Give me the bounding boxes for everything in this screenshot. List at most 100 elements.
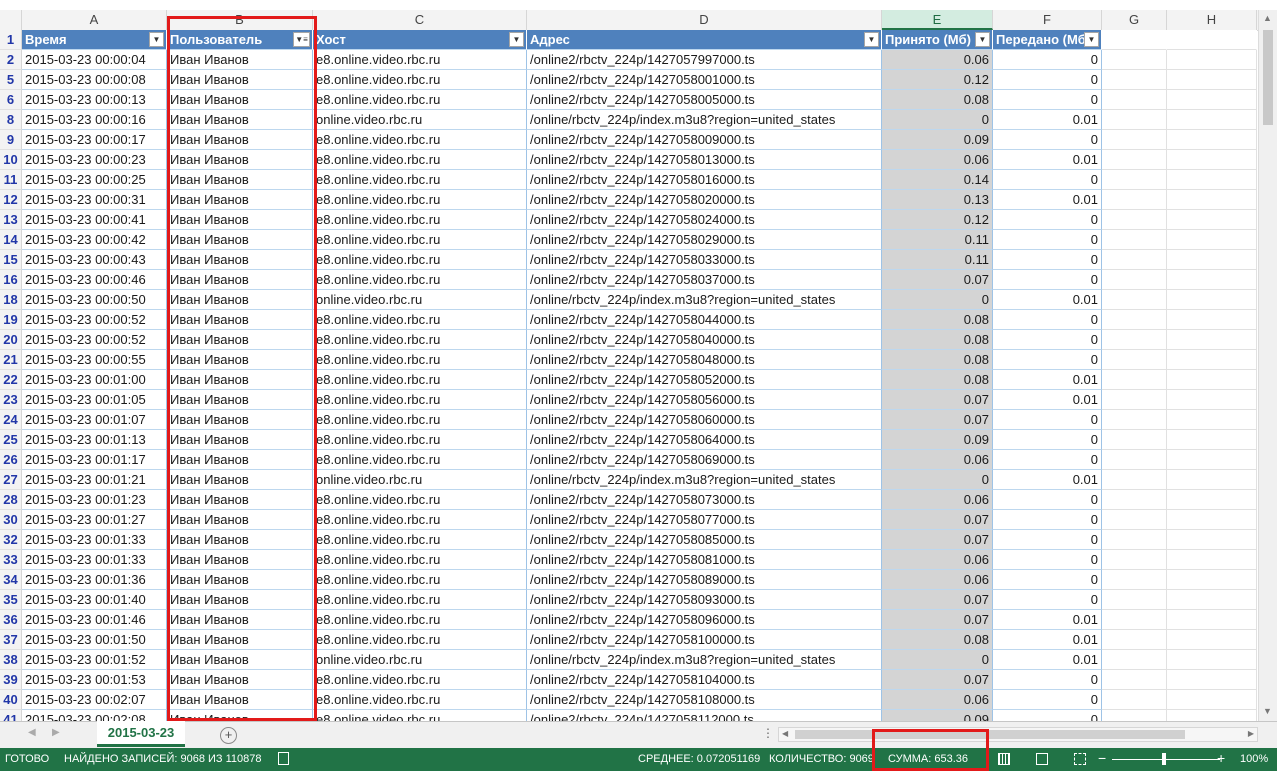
- cell[interactable]: 0.12: [882, 70, 993, 90]
- row-number[interactable]: 9: [0, 130, 22, 150]
- cell[interactable]: 0.11: [882, 230, 993, 250]
- cell[interactable]: [1167, 70, 1257, 90]
- cell[interactable]: online.video.rbc.ru: [313, 290, 527, 310]
- cell[interactable]: [1167, 590, 1257, 610]
- cell[interactable]: 0.07: [882, 590, 993, 610]
- cell[interactable]: 0.01: [993, 150, 1102, 170]
- cell[interactable]: 2015-03-23 00:00:52: [22, 330, 167, 350]
- cell[interactable]: [1102, 250, 1167, 270]
- cell[interactable]: Иван Иванов: [167, 230, 313, 250]
- cell[interactable]: [1102, 90, 1167, 110]
- cell[interactable]: e8.online.video.rbc.ru: [313, 490, 527, 510]
- cell[interactable]: /online/rbctv_224p/index.m3u8?region=uni…: [527, 290, 882, 310]
- cell[interactable]: 0: [993, 250, 1102, 270]
- header-cell[interactable]: Передано (Мб ▼: [993, 30, 1102, 50]
- add-sheet-button[interactable]: +: [220, 727, 237, 744]
- cell[interactable]: 2015-03-23 00:00:46: [22, 270, 167, 290]
- cell[interactable]: 0.01: [993, 190, 1102, 210]
- cell[interactable]: 0.14: [882, 170, 993, 190]
- row-number[interactable]: 21: [0, 350, 22, 370]
- cell[interactable]: /online2/rbctv_224p/1427058073000.ts: [527, 490, 882, 510]
- cell[interactable]: e8.online.video.rbc.ru: [313, 450, 527, 470]
- cell[interactable]: 0: [993, 310, 1102, 330]
- cell[interactable]: [1167, 170, 1257, 190]
- cell[interactable]: [1167, 330, 1257, 350]
- cell[interactable]: [1102, 310, 1167, 330]
- cell[interactable]: 2015-03-23 00:00:31: [22, 190, 167, 210]
- cell[interactable]: e8.online.video.rbc.ru: [313, 510, 527, 530]
- cell[interactable]: 2015-03-23 00:02:07: [22, 690, 167, 710]
- cell[interactable]: 0: [993, 570, 1102, 590]
- cell[interactable]: Иван Иванов: [167, 410, 313, 430]
- cell[interactable]: [1102, 130, 1167, 150]
- row-number[interactable]: 1: [0, 30, 22, 50]
- row-number[interactable]: 41: [0, 710, 22, 721]
- cell[interactable]: 0.06: [882, 690, 993, 710]
- cell[interactable]: 0: [993, 530, 1102, 550]
- zoom-slider-thumb[interactable]: [1162, 753, 1166, 765]
- cell[interactable]: e8.online.video.rbc.ru: [313, 530, 527, 550]
- cell[interactable]: [1102, 530, 1167, 550]
- cell[interactable]: [1167, 290, 1257, 310]
- cell[interactable]: 2015-03-23 00:00:55: [22, 350, 167, 370]
- row-number[interactable]: 13: [0, 210, 22, 230]
- row-number[interactable]: 28: [0, 490, 22, 510]
- cell[interactable]: /online2/rbctv_224p/1427058060000.ts: [527, 410, 882, 430]
- cell[interactable]: [1167, 570, 1257, 590]
- cell[interactable]: [1167, 50, 1257, 70]
- cell[interactable]: [1167, 130, 1257, 150]
- select-all-corner[interactable]: [0, 10, 22, 30]
- row-number[interactable]: 14: [0, 230, 22, 250]
- cell[interactable]: e8.online.video.rbc.ru: [313, 570, 527, 590]
- cell[interactable]: e8.online.video.rbc.ru: [313, 150, 527, 170]
- cell[interactable]: 0.09: [882, 130, 993, 150]
- cell[interactable]: [1102, 490, 1167, 510]
- cell[interactable]: 0.13: [882, 190, 993, 210]
- row-number[interactable]: 33: [0, 550, 22, 570]
- cell[interactable]: /online/rbctv_224p/index.m3u8?region=uni…: [527, 110, 882, 130]
- cell[interactable]: Иван Иванов: [167, 490, 313, 510]
- cell[interactable]: [1102, 330, 1167, 350]
- cell[interactable]: e8.online.video.rbc.ru: [313, 70, 527, 90]
- cell[interactable]: 0: [882, 650, 993, 670]
- cell[interactable]: 2015-03-23 00:01:17: [22, 450, 167, 470]
- cell[interactable]: [1167, 510, 1257, 530]
- page-layout-view-icon[interactable]: [1036, 753, 1048, 765]
- vertical-scroll-thumb[interactable]: [1263, 30, 1273, 125]
- cell[interactable]: online.video.rbc.ru: [313, 470, 527, 490]
- cell[interactable]: Иван Иванов: [167, 510, 313, 530]
- cell[interactable]: 0.08: [882, 630, 993, 650]
- cell[interactable]: 2015-03-23 00:00:52: [22, 310, 167, 330]
- cell[interactable]: [1102, 210, 1167, 230]
- cell[interactable]: 2015-03-23 00:01:50: [22, 630, 167, 650]
- cell[interactable]: e8.online.video.rbc.ru: [313, 190, 527, 210]
- cell[interactable]: e8.online.video.rbc.ru: [313, 130, 527, 150]
- cell[interactable]: /online2/rbctv_224p/1427058077000.ts: [527, 510, 882, 530]
- cell[interactable]: [1167, 190, 1257, 210]
- cell[interactable]: Иван Иванов: [167, 610, 313, 630]
- cell[interactable]: Иван Иванов: [167, 690, 313, 710]
- cell[interactable]: /online2/rbctv_224p/1427058009000.ts: [527, 130, 882, 150]
- cell[interactable]: 0: [993, 590, 1102, 610]
- cell[interactable]: /online2/rbctv_224p/1427058108000.ts: [527, 690, 882, 710]
- cell[interactable]: [1167, 550, 1257, 570]
- cell[interactable]: 0.06: [882, 550, 993, 570]
- cell[interactable]: 2015-03-23 00:00:17: [22, 130, 167, 150]
- cell[interactable]: Иван Иванов: [167, 450, 313, 470]
- row-number[interactable]: 2: [0, 50, 22, 70]
- cell[interactable]: Иван Иванов: [167, 130, 313, 150]
- cell[interactable]: /online/rbctv_224p/index.m3u8?region=uni…: [527, 470, 882, 490]
- cell[interactable]: /online2/rbctv_224p/1427058056000.ts: [527, 390, 882, 410]
- cell[interactable]: [1167, 310, 1257, 330]
- cell[interactable]: 2015-03-23 00:01:05: [22, 390, 167, 410]
- scroll-up-icon[interactable]: ▲: [1263, 13, 1272, 23]
- cell[interactable]: [1102, 370, 1167, 390]
- cell[interactable]: [1167, 650, 1257, 670]
- cell[interactable]: 2015-03-23 00:00:50: [22, 290, 167, 310]
- cell[interactable]: 2015-03-23 00:01:53: [22, 670, 167, 690]
- cell[interactable]: /online2/rbctv_224p/1427058100000.ts: [527, 630, 882, 650]
- cell[interactable]: 2015-03-23 00:01:33: [22, 550, 167, 570]
- cell[interactable]: e8.online.video.rbc.ru: [313, 250, 527, 270]
- cell[interactable]: 0: [993, 350, 1102, 370]
- cell[interactable]: 0: [993, 550, 1102, 570]
